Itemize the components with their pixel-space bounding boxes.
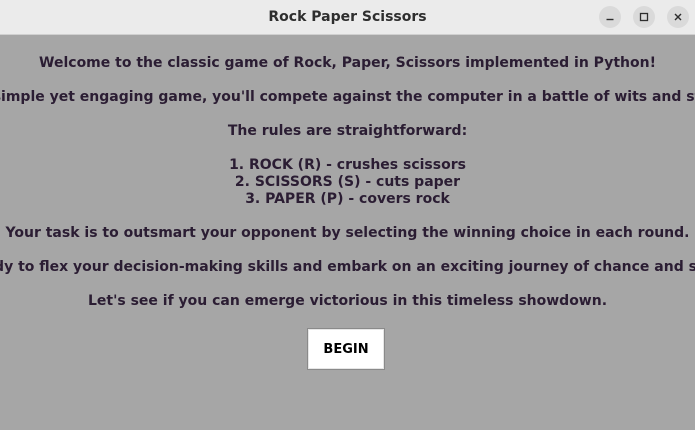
rule-rock: 1. ROCK (R) - crushes scissors [229,157,466,173]
description-line: In this simple yet engaging game, you'll… [0,89,695,105]
maximize-button[interactable] [633,6,655,28]
title-bar: Rock Paper Scissors [0,0,695,35]
showdown-line: Let's see if you can emerge victorious i… [87,293,608,309]
ready-line: Get ready to flex your decision-making s… [0,259,695,275]
close-button[interactable] [667,6,689,28]
task-line: Your task is to outsmart your opponent b… [5,225,690,241]
maximize-icon [639,12,649,22]
minimize-button[interactable] [599,6,621,28]
begin-button[interactable]: BEGIN [307,328,385,370]
window-title: Rock Paper Scissors [268,9,427,25]
rule-paper: 3. PAPER (P) - covers rock [245,191,450,207]
rule-scissors: 2. SCISSORS (S) - cuts paper [234,174,461,190]
minimize-icon [605,12,615,22]
app-window: Rock Paper Scissors Welcome to the class… [0,0,695,430]
content-area: Welcome to the classic game of Rock, Pap… [0,35,695,430]
close-icon [673,12,683,22]
rules-heading: The rules are straightforward: [227,123,468,139]
welcome-line: Welcome to the classic game of Rock, Pap… [39,55,656,71]
